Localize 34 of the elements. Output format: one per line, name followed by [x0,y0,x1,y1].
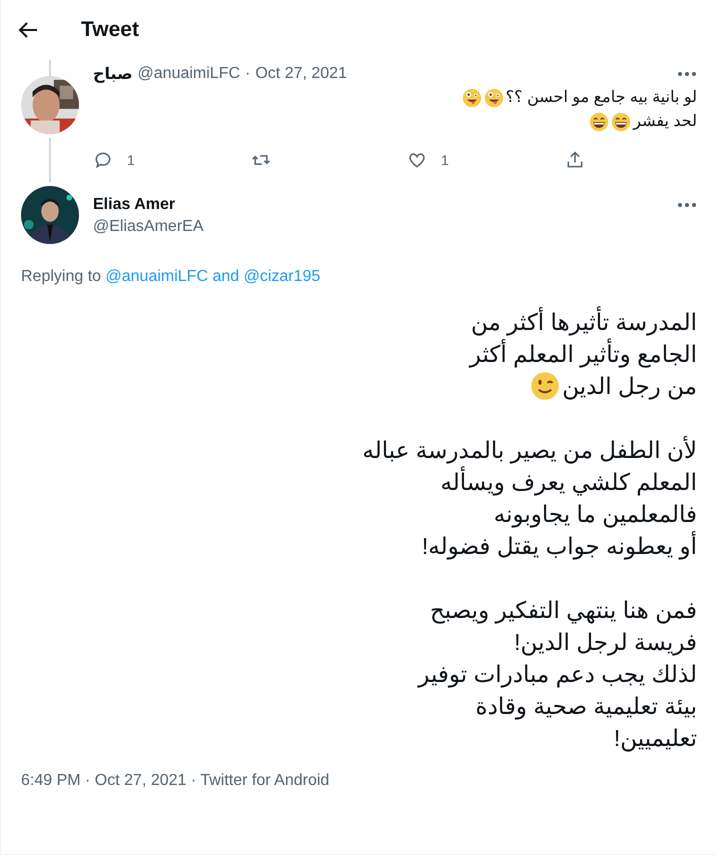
tweet-text: لو بانية بيه جامع مو احسن ؟؟ [506,88,697,108]
tweet-date[interactable]: Oct 27, 2021 [255,65,347,83]
tweet-text: المعلم كلشي يعرف ويسأله [440,466,697,498]
author-name[interactable]: Elias Amer [93,196,204,214]
winking-face-icon [530,371,560,401]
tweet-text: فمن هنا ينتهي التفكير ويصبح [430,596,697,626]
page-title: Tweet [81,18,139,42]
tweet-text: فالمعلمين ما يجاوبونه [494,500,697,530]
like-button[interactable]: 1 [407,150,449,170]
tweet-text: لذلك يجب دعم مبادرات توفير [418,660,697,690]
share-icon [564,150,585,170]
more-icon[interactable] [677,202,697,208]
author-handle[interactable]: @EliasAmerEA [93,218,204,236]
tweet-text: لأن الطفل من يصير بالمدرسة عباله [362,435,697,466]
reply-button[interactable]: 1 [93,150,135,170]
tweet-text: المدرسة تأثيرها أكثر من [470,306,697,338]
tweet-timestamp: 6:49 PM · Oct 27, 2021 · Twitter for Android [21,772,330,790]
replying-to-text: Replying to @anuaimiLFC and @cizar195 [21,268,322,286]
zany-face-icon [462,88,482,108]
tweet-text: الجامع وتأثير المعلم أكثر [470,338,697,370]
tweet-text: تعليميين! [614,724,697,754]
tweet-text: لحد يفشر [633,112,697,132]
tweet-text: بيئة تعليمية صحية وقادة [476,692,697,722]
grinning-face-icon [611,112,632,132]
more-icon[interactable] [677,71,697,77]
author-name[interactable]: صباح [93,64,133,84]
tweet-text: فريسة لرجل الدين! [514,628,697,658]
author-handle[interactable]: @anuaimiLFC [138,65,240,83]
separator-dot: · [245,65,250,83]
zany-face-icon [484,88,504,108]
tweet-text: من رجل الدين [562,372,697,402]
grinning-face-icon [589,112,610,132]
reply-icon [93,150,113,170]
tweet-text: أو يعطونه جواب يقتل فضوله! [422,530,697,562]
